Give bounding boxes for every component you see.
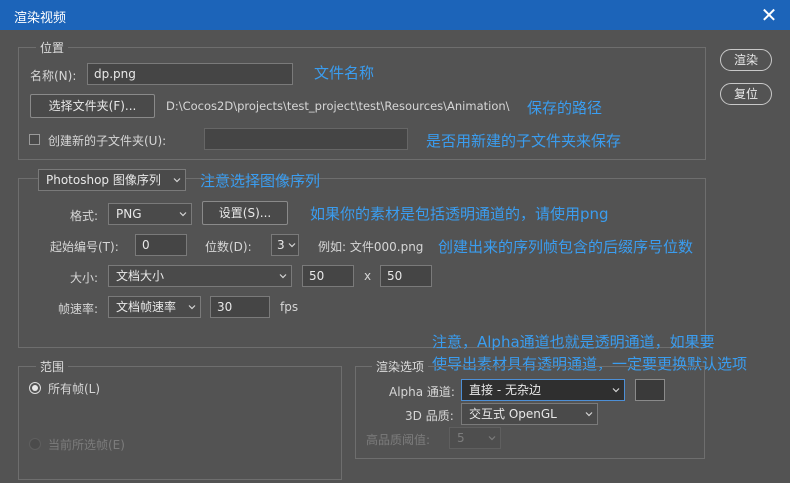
annotation-choose-sequence: 注意选择图像序列 [200,172,321,190]
format-label: 格式: [70,209,99,223]
quality-3d-value: 交互式 OpenGL [469,407,557,421]
chevron-down-icon [279,274,287,279]
digits-select[interactable]: 3 [271,234,299,256]
all-frames-radio[interactable] [29,382,41,394]
render-button[interactable]: 渲染 [720,49,772,71]
radio-dot [32,385,38,391]
times-sign: x [364,269,372,283]
matte-color-swatch[interactable] [635,379,665,401]
frame-rate-select-value: 文档帧速率 [116,300,177,314]
chevron-down-icon [585,412,593,417]
chevron-down-icon [288,243,296,248]
all-frames-label: 所有帧(L) [48,382,101,396]
alpha-label: Alpha 通道: [389,385,455,399]
frame-rate-select[interactable]: 文档帧速率 [108,296,201,318]
frame-rate-field[interactable]: 30 [210,296,270,318]
dialog-body: 位置 名称(N): dp.png 文件名称 选择文件夹(F)... D:\Coc… [0,30,790,483]
annotation-file-name: 文件名称 [314,64,375,82]
render-options-legend: 渲染选项 [372,358,429,375]
current-frames-label: 当前所选帧(E) [48,438,125,452]
title-bar: 渲染视频 ✕ [0,0,790,30]
height-field[interactable]: 50 [380,265,432,287]
size-value: 文档大小 [116,269,165,283]
subfolder-field[interactable] [204,128,408,150]
hq-threshold-select[interactable]: 5 [449,427,501,449]
current-frames-radio[interactable] [29,438,41,450]
digits-label: 位数(D): [205,240,252,254]
alpha-value: 直接 - 无杂边 [469,383,541,397]
annotation-subfolder: 是否用新建的子文件夹来保存 [426,132,622,150]
example-text: 例如: 文件000.png [318,240,424,254]
chevron-down-icon [612,388,620,393]
render-video-dialog: 渲染视频 ✕ 位置 名称(N): dp.png 文件名称 选择文件夹(F)...… [0,0,790,483]
size-select[interactable]: 文档大小 [108,265,292,287]
digits-value: 3 [277,238,285,252]
name-label: 名称(N): [30,69,77,83]
create-subfolder-label: 创建新的子文件夹(U): [48,134,167,148]
chevron-down-icon [188,305,196,310]
choose-folder-button[interactable]: 选择文件夹(F)... [30,94,155,118]
close-icon[interactable]: ✕ [758,4,780,26]
export-type-value: Photoshop 图像序列 [46,173,161,187]
range-legend: 范围 [36,358,69,375]
quality-3d-label: 3D 品质: [405,409,454,423]
alpha-select[interactable]: 直接 - 无杂边 [461,379,625,401]
fps-unit: fps [280,300,299,314]
dialog-title: 渲染视频 [14,11,67,26]
chevron-down-icon [488,436,496,441]
start-number-label: 起始编号(T): [50,240,119,254]
format-select[interactable]: PNG [108,203,192,225]
name-field[interactable]: dp.png [87,63,293,85]
location-legend: 位置 [36,39,69,56]
chevron-down-icon [173,178,181,183]
settings-button[interactable]: 设置(S)... [202,201,288,225]
chevron-down-icon [179,212,187,217]
frame-rate-label: 帧速率: [58,302,99,316]
reset-button[interactable]: 复位 [720,83,772,105]
create-subfolder-checkbox[interactable] [29,134,40,145]
format-value: PNG [116,207,142,221]
hq-threshold-value: 5 [457,431,465,445]
export-type-select[interactable]: Photoshop 图像序列 [38,169,186,191]
width-field[interactable]: 50 [302,265,354,287]
start-number-field[interactable]: 0 [135,234,187,256]
annotation-save-path: 保存的路径 [527,99,603,117]
annotation-use-png: 如果你的素材是包括透明通道的，请使用png [310,205,609,223]
size-label: 大小: [70,271,99,285]
hq-threshold-label: 高品质阈值: [366,433,431,447]
quality-3d-select[interactable]: 交互式 OpenGL [461,403,598,425]
folder-path: D:\Cocos2D\projects\test_project\test\Re… [166,99,510,113]
annotation-alpha-line1: 注意，Alpha通道也就是透明通道，如果要 [432,333,715,351]
annotation-digits: 创建出来的序列帧包含的后缀序号位数 [438,238,694,256]
